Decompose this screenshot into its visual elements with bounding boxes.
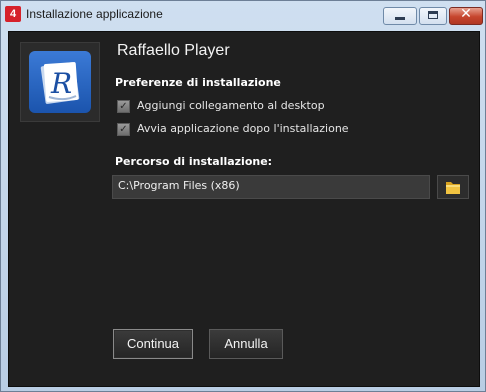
- launch-after-install-checkbox[interactable]: ✓: [117, 123, 130, 136]
- folder-icon: [446, 182, 460, 194]
- preferences-title: Preferenze di installazione: [115, 76, 281, 89]
- raffaello-r-book-icon: R: [40, 62, 80, 104]
- maximize-button[interactable]: [419, 7, 447, 25]
- launch-after-install-label: Avvia applicazione dopo l'installazione: [137, 122, 349, 135]
- installer-content: R Raffaello Player Preferenze di install…: [8, 31, 480, 387]
- app-icon-frame: R: [20, 42, 100, 122]
- desktop-shortcut-checkbox[interactable]: ✓: [117, 100, 130, 113]
- minimize-icon: [395, 17, 405, 20]
- app-name: Raffaello Player: [117, 42, 230, 59]
- close-icon: ✕: [460, 6, 472, 22]
- app-icon: R: [29, 51, 91, 113]
- cancel-button[interactable]: Annulla: [209, 329, 283, 359]
- maximize-icon: [428, 11, 438, 19]
- close-button[interactable]: ✕: [449, 6, 483, 25]
- install-path-input[interactable]: C:\Program Files (x86): [112, 175, 430, 199]
- continue-button[interactable]: Continua: [113, 329, 193, 359]
- window-title: Installazione applicazione: [26, 7, 163, 21]
- svg-text:R: R: [50, 67, 72, 100]
- title-bar[interactable]: 4 Installazione applicazione ✕: [1, 1, 485, 29]
- install-path-title: Percorso di installazione:: [115, 155, 273, 168]
- desktop-shortcut-label: Aggiungi collegamento al desktop: [137, 99, 325, 112]
- app-logo-icon: 4: [5, 6, 21, 22]
- minimize-button[interactable]: [383, 7, 417, 25]
- browse-folder-button[interactable]: [437, 175, 469, 199]
- installer-window: 4 Installazione applicazione ✕ R Raffael…: [0, 0, 486, 392]
